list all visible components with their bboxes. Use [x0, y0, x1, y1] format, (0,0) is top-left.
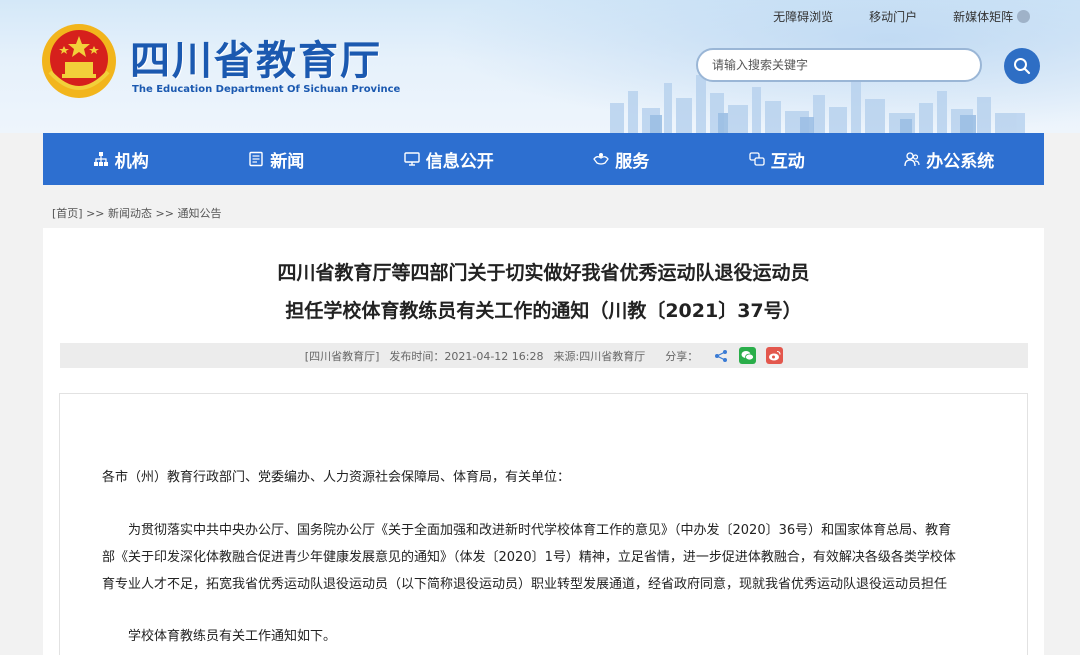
- breadcrumb-home[interactable]: [首页]: [52, 207, 83, 220]
- meta-source: 来源:四川省教育厅: [553, 349, 646, 363]
- chat-icon: [749, 152, 765, 166]
- service-icon: [593, 153, 610, 165]
- main-nav: 机构 新闻 信息公开 服务 互动 办公系统: [43, 133, 1044, 185]
- article-paragraph-line: 育专业人才不足，拓宽我省优秀运动队退役运动员（以下简称退役运动员）职业转型发展通…: [102, 577, 948, 592]
- new-media-link[interactable]: 新媒体矩阵: [953, 8, 1030, 25]
- nav-item-info-disclosure[interactable]: 信息公开: [404, 147, 494, 172]
- dropdown-circle-icon: [1017, 10, 1030, 23]
- nav-item-service[interactable]: 服务: [593, 147, 649, 172]
- breadcrumb-separator: >>: [155, 207, 174, 220]
- top-links: 无障碍浏览 移动门户 新媒体矩阵: [773, 8, 1030, 25]
- article-meta-bar: [四川省教育厅] 发布时间：2021-04-12 16:28 来源:四川省教育厅…: [60, 343, 1028, 368]
- article-title-line2: 担任学校体育教练员有关工作的通知（川教〔2021〕37号）: [285, 300, 802, 322]
- news-icon: [249, 151, 263, 167]
- national-emblem-logo: [42, 24, 116, 98]
- article-paragraph-line: 学校体育教练员有关工作通知如下。: [128, 629, 337, 644]
- search-icon: [1014, 58, 1031, 75]
- nav-label: 信息公开: [425, 151, 494, 172]
- accessibility-link[interactable]: 无障碍浏览: [773, 8, 833, 25]
- search-button[interactable]: [1004, 48, 1040, 84]
- article-paragraph-line: 部《关于印发深化体教融合促进青少年健康发展意见的通知》（体发〔2020〕1号）精…: [102, 550, 956, 565]
- site-title[interactable]: 四川省教育厅: [130, 28, 382, 86]
- site-header: 无障碍浏览 移动门户 新媒体矩阵 四川省教育厅 The Education De…: [0, 0, 1080, 133]
- breadcrumb: [首页] >> 新闻动态 >> 通知公告: [52, 205, 221, 221]
- search-input[interactable]: 请输入搜索关键字: [696, 48, 982, 82]
- mobile-portal-link[interactable]: 移动门户: [869, 8, 917, 25]
- new-media-label: 新媒体矩阵: [953, 10, 1014, 24]
- meta-org: [四川省教育厅]: [304, 349, 380, 363]
- nav-label: 机构: [114, 151, 149, 172]
- org-icon: [93, 152, 108, 166]
- meta-share-label: 分享：: [665, 349, 699, 363]
- nav-item-org[interactable]: 机构: [93, 147, 149, 172]
- site-subtitle: The Education Department Of Sichuan Prov…: [132, 84, 401, 95]
- breadcrumb-notices[interactable]: 通知公告: [177, 207, 221, 220]
- nav-label: 互动: [770, 151, 805, 172]
- people-icon: [904, 152, 920, 167]
- share-icon[interactable]: [712, 347, 729, 364]
- nav-item-news[interactable]: 新闻: [248, 147, 304, 172]
- monitor-icon: [404, 152, 420, 166]
- nav-label: 服务: [615, 151, 650, 172]
- nav-label: 办公系统: [926, 151, 995, 172]
- meta-published-time: 发布时间：2021-04-12 16:28: [389, 349, 544, 363]
- article-title-line1: 四川省教育厅等四部门关于切实做好我省优秀运动队退役运动员: [277, 262, 810, 284]
- breadcrumb-news[interactable]: 新闻动态: [108, 207, 152, 220]
- nav-item-interaction[interactable]: 互动: [749, 147, 805, 172]
- breadcrumb-separator: >>: [86, 207, 105, 220]
- wechat-share-icon[interactable]: [739, 347, 757, 364]
- weibo-share-icon[interactable]: [766, 347, 784, 364]
- article-greeting: 各市（州）教育行政部门、党委编办、人力资源社会保障局、体育局，有关单位：: [102, 470, 571, 485]
- nav-item-office-system[interactable]: 办公系统: [904, 147, 994, 172]
- article-paragraph-line: 为贯彻落实中共中央办公厅、国务院办公厅《关于全面加强和改进新时代学校体育工作的意…: [128, 523, 952, 538]
- nav-label: 新闻: [270, 151, 305, 172]
